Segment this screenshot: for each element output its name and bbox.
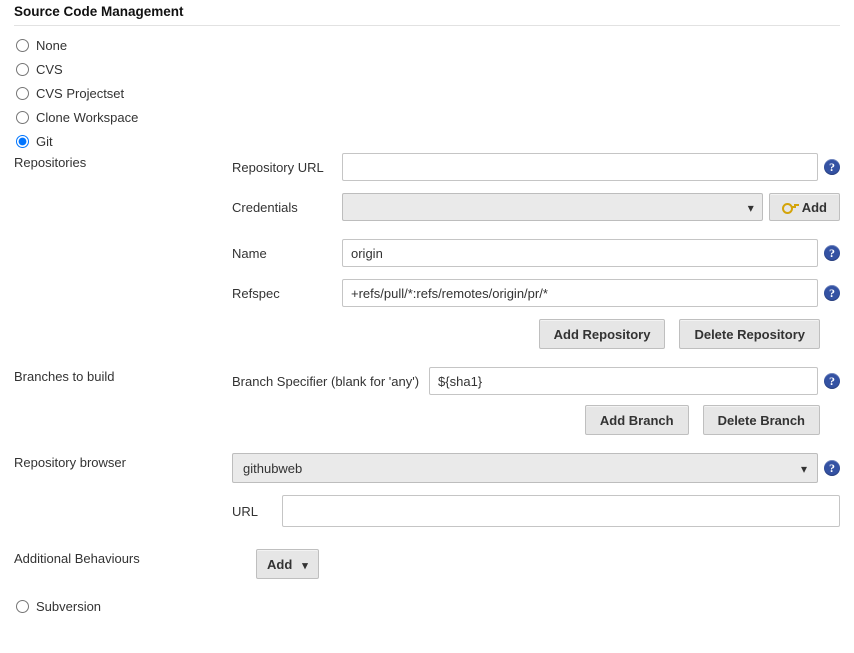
scm-option-label: Clone Workspace — [36, 110, 138, 125]
repo-url-label: Repository URL — [232, 160, 332, 175]
key-icon — [782, 202, 796, 212]
chevron-down-icon — [801, 461, 807, 476]
scm-option-label: Subversion — [36, 599, 101, 614]
additional-behaviours-heading: Additional Behaviours — [14, 549, 256, 566]
chevron-down-icon — [302, 557, 308, 572]
scm-option-cvs[interactable]: CVS — [16, 62, 840, 77]
name-row: Name ? — [232, 239, 840, 267]
additional-behaviours-add-button[interactable]: Add — [256, 549, 319, 579]
help-icon[interactable]: ? — [824, 373, 840, 389]
scm-option-label: CVS — [36, 62, 63, 77]
repo-browser-heading: Repository browser — [14, 453, 232, 470]
repo-browser-url-input[interactable] — [282, 495, 840, 527]
scm-option-clone-workspace[interactable]: Clone Workspace — [16, 110, 840, 125]
help-icon[interactable]: ? — [824, 285, 840, 301]
radio-cvs[interactable] — [16, 63, 29, 76]
scm-option-git[interactable]: Git — [16, 134, 840, 149]
scm-option-cvs-projectset[interactable]: CVS Projectset — [16, 86, 840, 101]
help-icon[interactable]: ? — [824, 245, 840, 261]
refspec-input[interactable] — [342, 279, 818, 307]
credentials-row: Credentials Add — [232, 193, 840, 221]
refspec-row: Refspec ? — [232, 279, 840, 307]
section-title: Source Code Management — [14, 4, 840, 26]
repo-browser-subsection: Repository browser githubweb ? URL — [14, 453, 840, 549]
credentials-select[interactable] — [342, 193, 763, 221]
radio-cvs-projectset[interactable] — [16, 87, 29, 100]
scm-option-label: Git — [36, 134, 53, 149]
scm-section: Source Code Management None CVS CVS Proj… — [0, 0, 854, 632]
scm-option-subversion[interactable]: Subversion — [16, 599, 840, 614]
button-label: Add — [267, 557, 292, 572]
radio-subversion[interactable] — [16, 600, 29, 613]
repo-browser-select[interactable]: githubweb — [232, 453, 818, 483]
button-label: Delete Branch — [718, 413, 805, 428]
button-label: Add Branch — [600, 413, 674, 428]
scm-option-label: CVS Projectset — [36, 86, 124, 101]
branches-heading: Branches to build — [14, 367, 232, 384]
repository-buttons-row: Add Repository Delete Repository — [232, 319, 840, 349]
credentials-label: Credentials — [232, 200, 332, 215]
add-repository-button[interactable]: Add Repository — [539, 319, 666, 349]
add-branch-button[interactable]: Add Branch — [585, 405, 689, 435]
button-label: Delete Repository — [694, 327, 805, 342]
credentials-add-button[interactable]: Add — [769, 193, 840, 221]
branch-specifier-label: Branch Specifier (blank for 'any') — [232, 374, 419, 389]
help-icon[interactable]: ? — [824, 159, 840, 175]
branches-subsection: Branches to build Branch Specifier (blan… — [14, 367, 840, 453]
branch-specifier-input[interactable] — [429, 367, 818, 395]
scm-option-label: None — [36, 38, 67, 53]
repo-browser-selected: githubweb — [243, 461, 302, 476]
repositories-heading: Repositories — [14, 153, 232, 170]
help-icon[interactable]: ? — [824, 460, 840, 476]
radio-git[interactable] — [16, 135, 29, 148]
chevron-down-icon — [748, 200, 754, 215]
additional-behaviours-subsection: Additional Behaviours Add — [14, 549, 840, 579]
radio-none[interactable] — [16, 39, 29, 52]
delete-repository-button[interactable]: Delete Repository — [679, 319, 820, 349]
name-input[interactable] — [342, 239, 818, 267]
credentials-add-label: Add — [802, 200, 827, 215]
refspec-label: Refspec — [232, 286, 332, 301]
repo-browser-select-row: githubweb ? — [232, 453, 840, 483]
delete-branch-button[interactable]: Delete Branch — [703, 405, 820, 435]
branch-buttons-row: Add Branch Delete Branch — [232, 405, 840, 435]
name-label: Name — [232, 246, 332, 261]
repo-browser-url-row: URL — [232, 495, 840, 527]
button-label: Add Repository — [554, 327, 651, 342]
scm-radio-list: None CVS CVS Projectset Clone Workspace … — [14, 34, 840, 149]
repo-url-input[interactable] — [342, 153, 818, 181]
git-repositories-subsection: Repositories Repository URL ? Credential… — [14, 153, 840, 367]
radio-clone-workspace[interactable] — [16, 111, 29, 124]
repo-browser-url-label: URL — [232, 504, 272, 519]
scm-option-none[interactable]: None — [16, 38, 840, 53]
branch-specifier-row: Branch Specifier (blank for 'any') ? — [232, 367, 840, 395]
repo-url-row: Repository URL ? — [232, 153, 840, 181]
